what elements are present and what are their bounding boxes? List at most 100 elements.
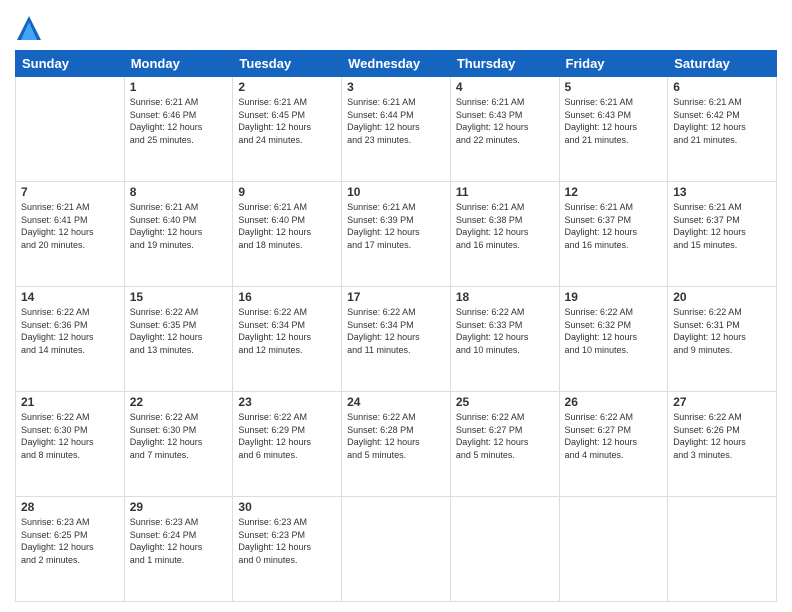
day-number: 20: [673, 290, 771, 304]
day-number: 2: [238, 80, 336, 94]
calendar-cell: 15 Sunrise: 6:22 AM Sunset: 6:35 PM Dayli…: [124, 287, 233, 392]
day-info: Sunrise: 6:21 AM Sunset: 6:41 PM Dayligh…: [21, 201, 119, 251]
calendar-cell: 23Sunrise: 6:22 AM Sunset: 6:29 PM Dayli…: [233, 392, 342, 497]
day-number: 3: [347, 80, 445, 94]
day-info: Sunrise: 6:22 AM Sunset: 6:29 PM Dayligh…: [238, 411, 336, 461]
calendar-cell: 9 Sunrise: 6:21 AM Sunset: 6:40 PM Daylig…: [233, 182, 342, 287]
day-number: 16: [238, 290, 336, 304]
calendar-cell: 27 Sunrise: 6:22 AM Sunset: 6:26 PM Dayli…: [668, 392, 777, 497]
day-number: 17: [347, 290, 445, 304]
calendar-day-header: Monday: [124, 51, 233, 77]
day-number: 29: [130, 500, 228, 514]
day-number: 19: [565, 290, 663, 304]
day-number: 14: [21, 290, 119, 304]
day-info: Sunrise: 6:22 AM Sunset: 6:34 PM Dayligh…: [238, 306, 336, 356]
day-info: Sunrise: 6:21 AM Sunset: 6:44 PM Dayligh…: [347, 96, 445, 146]
day-info: Sunrise: 6:22 AM Sunset: 6:30 PM Dayligh…: [130, 411, 228, 461]
calendar-cell: 10 Sunrise: 6:21 AM Sunset: 6:39 PM Dayli…: [342, 182, 451, 287]
calendar-cell: [16, 77, 125, 182]
day-info: Sunrise: 6:22 AM Sunset: 6:30 PM Dayligh…: [21, 411, 119, 461]
calendar-cell: 30 Sunrise: 6:23 AM Sunset: 6:23 PM Dayli…: [233, 497, 342, 602]
day-number: 22: [130, 395, 228, 409]
day-number: 15: [130, 290, 228, 304]
day-number: 11: [456, 185, 554, 199]
day-info: Sunrise: 6:22 AM Sunset: 6:35 PM Dayligh…: [130, 306, 228, 356]
calendar-cell: 17 Sunrise: 6:22 AM Sunset: 6:34 PM Dayli…: [342, 287, 451, 392]
day-info: Sunrise: 6:21 AM Sunset: 6:43 PM Dayligh…: [565, 96, 663, 146]
calendar-cell: 7 Sunrise: 6:21 AM Sunset: 6:41 PM Daylig…: [16, 182, 125, 287]
calendar-day-header: Thursday: [450, 51, 559, 77]
calendar-cell: 26 Sunrise: 6:22 AM Sunset: 6:27 PM Dayli…: [559, 392, 668, 497]
calendar-cell: 20 Sunrise: 6:22 AM Sunset: 6:31 PM Dayli…: [668, 287, 777, 392]
calendar-cell: 8Sunrise: 6:21 AM Sunset: 6:40 PM Daylig…: [124, 182, 233, 287]
calendar-cell: 22 Sunrise: 6:22 AM Sunset: 6:30 PM Dayli…: [124, 392, 233, 497]
day-number: 8: [130, 185, 228, 199]
calendar-cell: 6 Sunrise: 6:21 AM Sunset: 6:42 PM Daylig…: [668, 77, 777, 182]
calendar-cell: [342, 497, 451, 602]
calendar-cell: 16 Sunrise: 6:22 AM Sunset: 6:34 PM Dayli…: [233, 287, 342, 392]
calendar-cell: 4Sunrise: 6:21 AM Sunset: 6:43 PM Daylig…: [450, 77, 559, 182]
day-number: 24: [347, 395, 445, 409]
day-info: Sunrise: 6:22 AM Sunset: 6:27 PM Dayligh…: [565, 411, 663, 461]
calendar-cell: 18 Sunrise: 6:22 AM Sunset: 6:33 PM Dayli…: [450, 287, 559, 392]
calendar-cell: [559, 497, 668, 602]
day-info: Sunrise: 6:21 AM Sunset: 6:45 PM Dayligh…: [238, 96, 336, 146]
calendar-day-header: Wednesday: [342, 51, 451, 77]
calendar-cell: 11 Sunrise: 6:21 AM Sunset: 6:38 PM Dayli…: [450, 182, 559, 287]
calendar-week-row: 1 Sunrise: 6:21 AM Sunset: 6:46 PM Daylig…: [16, 77, 777, 182]
day-number: 1: [130, 80, 228, 94]
day-number: 6: [673, 80, 771, 94]
day-info: Sunrise: 6:22 AM Sunset: 6:36 PM Dayligh…: [21, 306, 119, 356]
day-info: Sunrise: 6:21 AM Sunset: 6:46 PM Dayligh…: [130, 96, 228, 146]
calendar-cell: 25 Sunrise: 6:22 AM Sunset: 6:27 PM Dayli…: [450, 392, 559, 497]
calendar-week-row: 21 Sunrise: 6:22 AM Sunset: 6:30 PM Dayli…: [16, 392, 777, 497]
day-info: Sunrise: 6:23 AM Sunset: 6:25 PM Dayligh…: [21, 516, 119, 566]
calendar-cell: [450, 497, 559, 602]
day-info: Sunrise: 6:21 AM Sunset: 6:40 PM Dayligh…: [238, 201, 336, 251]
calendar-week-row: 28Sunrise: 6:23 AM Sunset: 6:25 PM Dayli…: [16, 497, 777, 602]
calendar-cell: 1 Sunrise: 6:21 AM Sunset: 6:46 PM Daylig…: [124, 77, 233, 182]
day-number: 9: [238, 185, 336, 199]
day-number: 26: [565, 395, 663, 409]
day-info: Sunrise: 6:21 AM Sunset: 6:39 PM Dayligh…: [347, 201, 445, 251]
day-number: 27: [673, 395, 771, 409]
day-number: 30: [238, 500, 336, 514]
header: [15, 10, 777, 42]
calendar-header-row: SundayMondayTuesdayWednesdayThursdayFrid…: [16, 51, 777, 77]
day-number: 21: [21, 395, 119, 409]
calendar-day-header: Tuesday: [233, 51, 342, 77]
day-number: 18: [456, 290, 554, 304]
day-number: 10: [347, 185, 445, 199]
day-number: 4: [456, 80, 554, 94]
calendar-cell: 3 Sunrise: 6:21 AM Sunset: 6:44 PM Daylig…: [342, 77, 451, 182]
day-info: Sunrise: 6:21 AM Sunset: 6:37 PM Dayligh…: [565, 201, 663, 251]
calendar-cell: 21 Sunrise: 6:22 AM Sunset: 6:30 PM Dayli…: [16, 392, 125, 497]
calendar-cell: 14 Sunrise: 6:22 AM Sunset: 6:36 PM Dayli…: [16, 287, 125, 392]
day-info: Sunrise: 6:21 AM Sunset: 6:38 PM Dayligh…: [456, 201, 554, 251]
day-info: Sunrise: 6:22 AM Sunset: 6:26 PM Dayligh…: [673, 411, 771, 461]
day-info: Sunrise: 6:23 AM Sunset: 6:23 PM Dayligh…: [238, 516, 336, 566]
day-info: Sunrise: 6:22 AM Sunset: 6:31 PM Dayligh…: [673, 306, 771, 356]
calendar-cell: 2 Sunrise: 6:21 AM Sunset: 6:45 PM Daylig…: [233, 77, 342, 182]
calendar-day-header: Saturday: [668, 51, 777, 77]
day-info: Sunrise: 6:22 AM Sunset: 6:34 PM Dayligh…: [347, 306, 445, 356]
logo-icon: [15, 14, 43, 42]
day-info: Sunrise: 6:22 AM Sunset: 6:33 PM Dayligh…: [456, 306, 554, 356]
calendar-cell: 13 Sunrise: 6:21 AM Sunset: 6:37 PM Dayli…: [668, 182, 777, 287]
calendar-cell: [668, 497, 777, 602]
day-info: Sunrise: 6:21 AM Sunset: 6:42 PM Dayligh…: [673, 96, 771, 146]
page: SundayMondayTuesdayWednesdayThursdayFrid…: [0, 0, 792, 612]
calendar-day-header: Friday: [559, 51, 668, 77]
day-info: Sunrise: 6:23 AM Sunset: 6:24 PM Dayligh…: [130, 516, 228, 566]
day-info: Sunrise: 6:21 AM Sunset: 6:37 PM Dayligh…: [673, 201, 771, 251]
day-number: 13: [673, 185, 771, 199]
calendar-table: SundayMondayTuesdayWednesdayThursdayFrid…: [15, 50, 777, 602]
day-number: 25: [456, 395, 554, 409]
day-number: 7: [21, 185, 119, 199]
day-number: 5: [565, 80, 663, 94]
calendar-day-header: Sunday: [16, 51, 125, 77]
calendar-cell: 5 Sunrise: 6:21 AM Sunset: 6:43 PM Daylig…: [559, 77, 668, 182]
calendar-cell: 29 Sunrise: 6:23 AM Sunset: 6:24 PM Dayli…: [124, 497, 233, 602]
day-info: Sunrise: 6:22 AM Sunset: 6:27 PM Dayligh…: [456, 411, 554, 461]
calendar-week-row: 14 Sunrise: 6:22 AM Sunset: 6:36 PM Dayli…: [16, 287, 777, 392]
